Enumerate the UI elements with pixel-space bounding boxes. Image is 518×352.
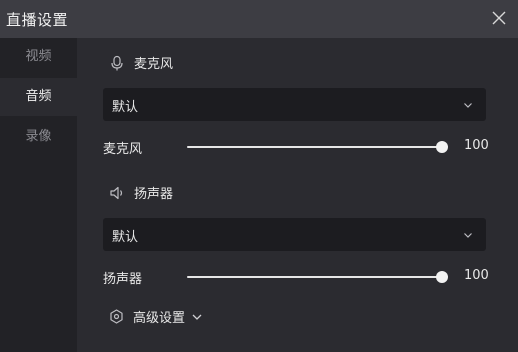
speaker-volume-value: 100: [464, 268, 489, 283]
speaker-volume-slider[interactable]: [187, 270, 448, 284]
sidebar: 视频 音频 录像: [0, 38, 77, 352]
microphone-section-title: 麦克风: [134, 57, 174, 72]
sidebar-item-audio[interactable]: 音频: [0, 78, 77, 116]
speaker-icon: [110, 186, 123, 199]
microphone-icon: [111, 55, 123, 70]
advanced-settings-label: 高级设置: [133, 311, 186, 326]
live-settings-dialog: 直播设置 视频 音频 录像 麦克风 默认 麦克风 100 扬声器 默认 扬声器 …: [0, 0, 518, 352]
speaker-device-value: 默认: [112, 230, 139, 245]
sidebar-item-label: 音频: [25, 89, 52, 104]
speaker-volume-label: 扬声器: [103, 272, 143, 287]
close-icon[interactable]: [490, 9, 508, 27]
chevron-down-icon: [464, 233, 472, 238]
sidebar-item-label: 录像: [25, 129, 52, 144]
speaker-section-header: 扬声器: [109, 183, 173, 202]
slider-fill: [187, 146, 444, 148]
microphone-section-header: 麦克风: [109, 53, 173, 72]
advanced-settings-toggle[interactable]: 高级设置: [109, 307, 203, 326]
hexagon-settings-icon: [110, 309, 123, 324]
sidebar-item-label: 视频: [25, 49, 52, 64]
slider-fill: [187, 276, 444, 278]
slider-thumb[interactable]: [436, 271, 448, 283]
microphone-volume-slider[interactable]: [187, 140, 448, 154]
sidebar-item-video[interactable]: 视频: [0, 38, 77, 76]
title-bar: 直播设置: [0, 0, 518, 38]
chevron-down-icon: [192, 314, 202, 320]
speaker-device-select[interactable]: 默认: [103, 218, 486, 251]
audio-settings-panel: 麦克风 默认 麦克风 100 扬声器 默认 扬声器 100 高级设置: [77, 38, 518, 352]
microphone-volume-label: 麦克风: [103, 142, 143, 157]
sidebar-item-recording[interactable]: 录像: [0, 118, 77, 156]
microphone-device-select[interactable]: 默认: [103, 88, 486, 121]
microphone-device-value: 默认: [112, 100, 139, 115]
speaker-section-title: 扬声器: [134, 187, 174, 202]
slider-thumb[interactable]: [436, 141, 448, 153]
chevron-down-icon: [464, 103, 472, 108]
dialog-title: 直播设置: [6, 11, 69, 29]
microphone-volume-value: 100: [464, 138, 489, 153]
